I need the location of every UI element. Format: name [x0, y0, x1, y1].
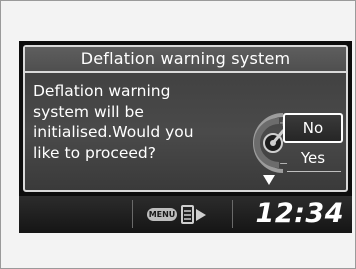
menu-badge[interactable]: MENU [147, 208, 177, 221]
page-frame: Deflation warning system Deflation warni… [0, 0, 356, 269]
status-bar: MENU 12:34 [19, 196, 352, 233]
display-screen: Deflation warning system Deflation warni… [19, 41, 352, 233]
dialog-panel: Deflation warning system Deflation warni… [23, 45, 348, 192]
message-line: system will be [33, 102, 144, 121]
dialog-title: Deflation warning system [25, 47, 346, 73]
dialog-message: Deflation warning system will be initial… [33, 81, 233, 163]
status-divider [232, 200, 233, 228]
info-swap-icon[interactable] [181, 205, 207, 225]
down-arrow-icon [263, 175, 275, 185]
option-no-button[interactable]: No [283, 113, 343, 143]
option-divider [287, 171, 341, 172]
message-line: like to proceed? [33, 143, 157, 162]
clock-readout: 12:34 [255, 198, 344, 229]
message-line: Deflation warning [33, 82, 171, 100]
option-yes-button[interactable]: Yes [283, 145, 343, 171]
status-divider [132, 200, 133, 228]
message-line: initialised.Would you [33, 123, 194, 141]
